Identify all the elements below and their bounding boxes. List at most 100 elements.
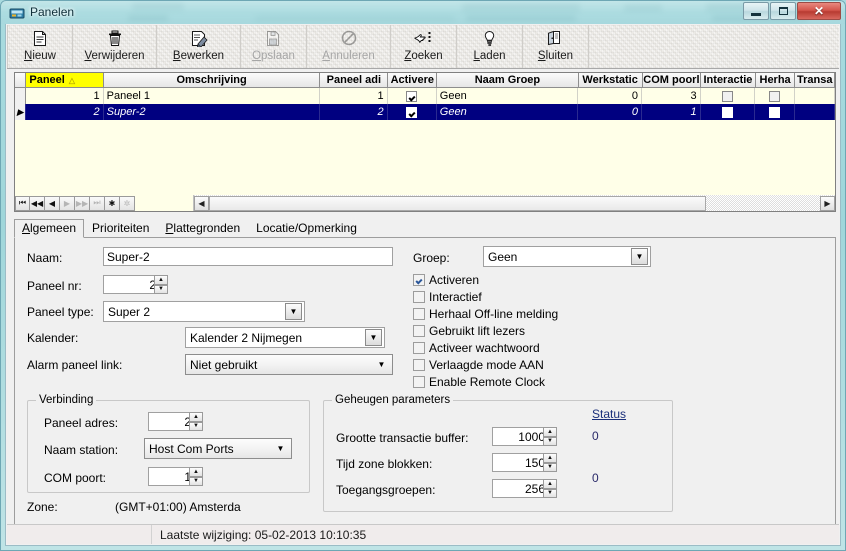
toolbar-search[interactable]: Zoeken [391, 25, 457, 68]
tab-locatie-opmerking[interactable]: Locatie/Opmerking [248, 219, 365, 237]
chevron-down-icon[interactable]: ▼ [373, 356, 390, 373]
stepper-down-icon[interactable]: ▼ [543, 462, 557, 472]
checkbox-activeer-wachtwoord-label: Activeer wachtwoord [429, 341, 540, 355]
cell-naam-groep: Geen [437, 104, 578, 120]
scroll-right-arrow-icon[interactable]: ▶ [820, 195, 835, 211]
cell-interactie[interactable] [701, 104, 756, 120]
grid-header-werkstation[interactable]: Werkstatic [578, 73, 643, 88]
grid-header-transactie[interactable]: Transa [795, 73, 835, 88]
chevron-down-icon[interactable]: ▼ [365, 329, 382, 346]
nav-first-button[interactable]: ⏮ [15, 195, 30, 211]
com-poort-stepper[interactable]: ▲ ▼ [189, 467, 203, 486]
naam-input[interactable]: Super-2 [103, 247, 393, 266]
zone-label: Zone: [27, 500, 58, 514]
tab-prioriteiten[interactable]: Prioriteiten [84, 219, 157, 237]
close-button[interactable]: ✕ [797, 2, 841, 20]
stepper-up-icon[interactable]: ▲ [189, 412, 203, 422]
checkbox-activeren[interactable]: Activeren [413, 273, 479, 287]
verbinding-group: Verbinding Paneel adres: 2 ▲ ▼ Naam stat… [27, 394, 310, 493]
toolbar-load[interactable]: Laden [457, 25, 523, 68]
checkbox-interactief[interactable]: Interactief [413, 290, 482, 304]
stepper-up-icon[interactable]: ▲ [543, 453, 557, 463]
cell-transactie[interactable] [795, 88, 835, 104]
cell-com-poort: 1 [642, 104, 701, 120]
stepper-down-icon[interactable]: ▼ [154, 284, 168, 294]
checkbox-activeer-wachtwoord[interactable]: Activeer wachtwoord [413, 341, 540, 355]
toolbar-edit[interactable]: Bewerken [157, 25, 241, 68]
minimize-button[interactable] [743, 2, 769, 20]
cell-activeren[interactable] [388, 88, 437, 104]
checkbox-enable-remote-clock[interactable]: Enable Remote Clock [413, 375, 545, 389]
paneel-nr-input[interactable]: 2 [103, 275, 161, 294]
cell-herhaal[interactable] [755, 88, 796, 104]
checkbox-verlaagde-mode-aan[interactable]: Verlaagde mode AAN [413, 358, 544, 372]
stepper-up-icon[interactable]: ▲ [543, 427, 557, 437]
grid-header-paneel[interactable]: Paneel △ [26, 73, 104, 88]
naam-station-select[interactable]: Host Com Ports ▼ [144, 438, 292, 459]
toegangsgroepen-input[interactable]: 256 [492, 479, 550, 498]
grid-header-paneel-adres[interactable]: Paneel adi [320, 73, 389, 88]
maximize-button[interactable] [770, 2, 796, 20]
cell-transactie[interactable] [795, 104, 835, 120]
chevron-down-icon[interactable]: ▼ [272, 440, 289, 457]
kalender-select[interactable]: Kalender 2 Nijmegen ▼ [185, 327, 385, 348]
grid-navigator: ⏮ ◀◀ ◀ ▶ ▶▶ ⏭ ✱ ✲ ◀ ▶ [15, 195, 835, 211]
grid-header-paneel-label: Paneel [29, 74, 65, 86]
trash-can-icon [107, 28, 123, 48]
paneel-type-select[interactable]: Super 2 ▼ [103, 301, 305, 322]
stepper-down-icon[interactable]: ▼ [543, 436, 557, 446]
grid-header-omschrijving[interactable]: Omschrijving [103, 73, 321, 88]
grid-header-naam-groep[interactable]: Naam Groep [437, 73, 579, 88]
grootte-transactie-buffer-stepper[interactable]: ▲ ▼ [543, 427, 557, 446]
paneel-nr-stepper[interactable]: ▲ ▼ [154, 275, 168, 294]
toolbar-delete-label: Verwijderen [84, 50, 145, 62]
toolbar-save[interactable]: Opslaan [241, 25, 307, 68]
stepper-down-icon[interactable]: ▼ [189, 421, 203, 431]
toegangsgroepen-stepper[interactable]: ▲ ▼ [543, 479, 557, 498]
stepper-down-icon[interactable]: ▼ [189, 476, 203, 486]
grid-header-herhaal[interactable]: Herha [755, 73, 796, 88]
toolbar-new[interactable]: Nieuw [7, 25, 73, 68]
tab-plattegronden[interactable]: Plattegronden [157, 219, 248, 237]
nav-insert-button[interactable]: ✱ [105, 195, 120, 211]
alarm-paneel-link-select[interactable]: Niet gebruikt ▼ [185, 354, 393, 375]
grootte-transactie-buffer-input[interactable]: 1000 [492, 427, 550, 446]
grid-header-interactie[interactable]: Interactie [701, 73, 756, 88]
stepper-up-icon[interactable]: ▲ [543, 479, 557, 489]
checkbox-gebruikt-lift-lezers[interactable]: Gebruikt lift lezers [413, 324, 525, 338]
cell-activeren[interactable] [388, 104, 437, 120]
tijd-zone-blokken-stepper[interactable]: ▲ ▼ [543, 453, 557, 472]
toolbar-cancel[interactable]: Annuleren [307, 25, 391, 68]
nav-next-page-button[interactable]: ▶▶ [75, 195, 90, 211]
paneel-adres-stepper[interactable]: ▲ ▼ [189, 412, 203, 431]
scroll-left-arrow-icon[interactable]: ◀ [194, 195, 209, 211]
cell-interactie[interactable] [701, 88, 756, 104]
table-row[interactable]: ▶ 2 Super-2 2 Geen 0 1 [15, 104, 835, 120]
stepper-up-icon[interactable]: ▲ [189, 467, 203, 477]
toolbar-delete[interactable]: Verwijderen [73, 25, 157, 68]
nav-delete-button[interactable]: ✲ [120, 195, 135, 211]
panels-grid[interactable]: Paneel △ Omschrijving Paneel adi Activer… [14, 72, 836, 212]
nav-prev-button[interactable]: ◀ [45, 195, 60, 211]
stepper-up-icon[interactable]: ▲ [154, 275, 168, 285]
checkbox-herhaal-offline-melding[interactable]: Herhaal Off-line melding [413, 307, 558, 321]
status-link[interactable]: Status [592, 407, 626, 421]
chevron-down-icon[interactable]: ▼ [285, 303, 302, 320]
nav-next-button[interactable]: ▶ [60, 195, 75, 211]
grid-horizontal-scrollbar[interactable]: ◀ ▶ [193, 195, 835, 211]
cell-herhaal[interactable] [755, 104, 796, 120]
table-row[interactable]: 1 Paneel 1 1 Geen 0 3 [15, 88, 835, 104]
nav-last-button[interactable]: ⏭ [90, 195, 105, 211]
nav-prev-page-button[interactable]: ◀◀ [30, 195, 45, 211]
grid-header-com-poort[interactable]: COM poorl [642, 73, 702, 88]
tijd-zone-blokken-input[interactable]: 150 [492, 453, 550, 472]
groep-select[interactable]: Geen ▼ [483, 246, 651, 267]
title-bar[interactable]: Panelen ✕ [0, 0, 846, 24]
scrollbar-thumb[interactable] [209, 195, 706, 211]
tab-algemeen[interactable]: Algemeen [14, 219, 85, 238]
toolbar-close[interactable]: Sluiten [523, 25, 589, 68]
cell-paneel: 2 [26, 104, 104, 120]
chevron-down-icon[interactable]: ▼ [631, 248, 648, 265]
grid-header-activeren[interactable]: Activere [388, 73, 438, 88]
stepper-down-icon[interactable]: ▼ [543, 488, 557, 498]
